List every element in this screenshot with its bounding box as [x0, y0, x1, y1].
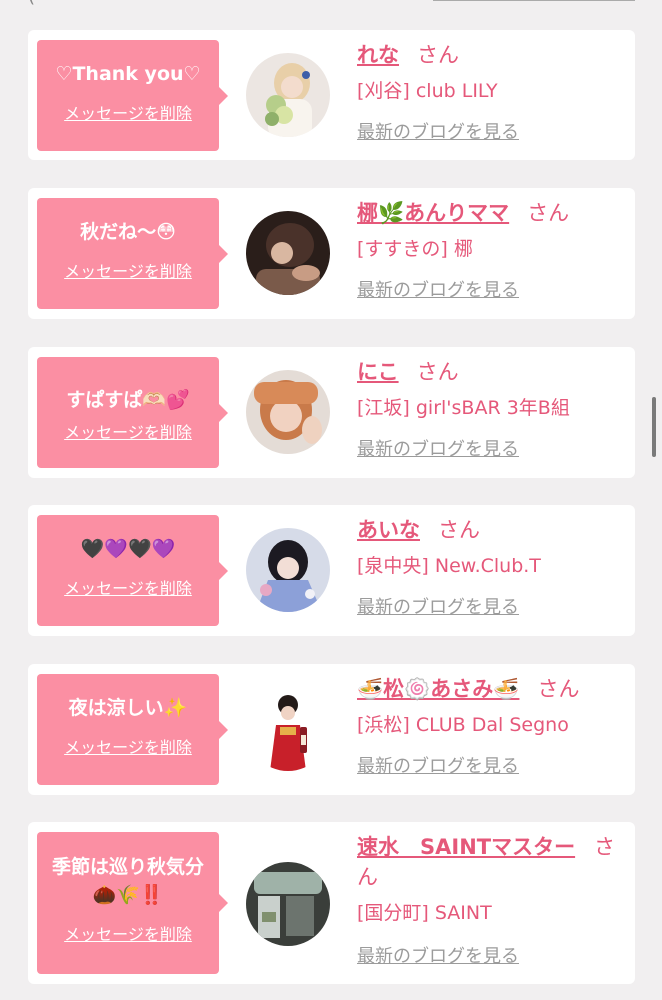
delete-message-link[interactable]: メッセージを削除 [64, 734, 192, 758]
latest-blog-link[interactable]: 最新のブログを見る [357, 945, 621, 969]
shop-label: [国分町] SAINT [357, 902, 492, 924]
avatar[interactable] [246, 862, 330, 946]
shop-label: [刈谷] club LILY [357, 80, 498, 102]
message-bubble: 夜は涼しい✨ メッセージを削除 [37, 674, 228, 785]
cast-name-link[interactable]: にこ [357, 360, 399, 384]
honorific: さん [527, 201, 570, 225]
avatar[interactable] [246, 528, 330, 612]
cast-info: 梛🌿あんりママ さん [すすきの] 梛 最新のブログを見る [357, 198, 621, 303]
latest-blog-link[interactable]: 最新のブログを見る [357, 596, 621, 620]
previous-card-fragment: ( [28, 0, 35, 7]
cast-name-link[interactable]: 速水 SAINTマスター [357, 835, 575, 859]
shop-label: [泉中央] New.Club.T [357, 555, 541, 577]
message-card: 夜は涼しい✨ メッセージを削除 🍜松🍥あさみ🍜 さん [浜松] CLUB Dal … [28, 664, 635, 795]
message-card: 秋だね～😳 メッセージを削除 梛🌿あんりママ さん [すすきの] 梛 最新のブログ… [28, 188, 635, 319]
delete-message-link[interactable]: メッセージを削除 [64, 921, 192, 945]
cast-name-link[interactable]: 梛🌿あんりママ [357, 201, 509, 225]
latest-blog-link[interactable]: 最新のブログを見る [357, 279, 621, 303]
delete-message-link[interactable]: メッセージを削除 [64, 100, 192, 124]
cast-info: あいな さん [泉中央] New.Club.T 最新のブログを見る [357, 515, 621, 620]
cast-name-link[interactable]: 🍜松🍥あさみ🍜 [357, 677, 519, 701]
delete-message-link[interactable]: メッセージを削除 [64, 575, 192, 599]
delete-message-link[interactable]: メッセージを削除 [64, 258, 192, 282]
shop-label: [浜松] CLUB Dal Segno [357, 714, 569, 736]
message-bubble: 秋だね～😳 メッセージを削除 [37, 198, 228, 309]
cast-info: 速水 SAINTマスター さ ん [国分町] SAINT 最新のブログを見る [357, 832, 621, 969]
message-text: 🖤💜🖤💜 [80, 538, 176, 560]
cast-info: にこ さん [江坂] girl'sBAR 3年B組 最新のブログを見る [357, 357, 621, 462]
honorific: さん [438, 518, 480, 542]
latest-blog-link[interactable]: 最新のブログを見る [357, 438, 621, 462]
avatar[interactable] [246, 211, 330, 295]
avatar[interactable] [246, 53, 330, 137]
cast-name-link[interactable]: れな [357, 43, 399, 67]
message-text: ♡Thank you♡ [55, 63, 201, 85]
message-text: 秋だね～😳 [80, 221, 176, 243]
message-bubble: 季節は巡り秋気分 🌰🌾‼️ メッセージを削除 [37, 832, 228, 974]
avatar[interactable] [246, 687, 330, 771]
honorific-wrap: ん [357, 865, 378, 889]
message-bubble: ♡Thank you♡ メッセージを削除 [37, 40, 228, 151]
cast-info: れな さん [刈谷] club LILY 最新のブログを見る [357, 40, 621, 145]
message-card: 季節は巡り秋気分 🌰🌾‼️ メッセージを削除 速水 SAINTマスター さ ん … [28, 822, 635, 984]
honorific: さん [417, 43, 459, 67]
shop-label: [すすきの] 梛 [357, 238, 473, 260]
avatar[interactable] [246, 370, 330, 454]
message-card: 🖤💜🖤💜 メッセージを削除 あいな さん [泉中央] New.Club.T 最新の… [28, 505, 635, 636]
honorific: さん [416, 360, 459, 384]
honorific: さん [537, 677, 580, 701]
honorific: さ [594, 835, 615, 859]
message-bubble: すぱすぱ🫶🏻💕 メッセージを削除 [37, 357, 228, 468]
latest-blog-link[interactable]: 最新のブログを見る [357, 755, 621, 779]
message-text: 夜は涼しい✨ [68, 697, 188, 719]
cast-name-link[interactable]: あいな [357, 518, 420, 542]
message-card: ♡Thank you♡ メッセージを削除 れな さん [刈谷] club LILY… [28, 30, 635, 160]
shop-label: [江坂] girl'sBAR 3年B組 [357, 397, 570, 419]
message-text-line2: 🌰🌾‼️ [92, 884, 164, 906]
delete-message-link[interactable]: メッセージを削除 [64, 419, 192, 443]
message-bubble: 🖤💜🖤💜 メッセージを削除 [37, 515, 228, 626]
cast-info: 🍜松🍥あさみ🍜 さん [浜松] CLUB Dal Segno 最新のブログを見る [357, 674, 621, 779]
message-text: 季節は巡り秋気分 [51, 856, 204, 878]
previous-card-link-underline [433, 0, 635, 1]
latest-blog-link[interactable]: 最新のブログを見る [357, 121, 621, 145]
message-card: すぱすぱ🫶🏻💕 メッセージを削除 にこ さん [江坂] girl'sBAR 3年B… [28, 347, 635, 478]
message-text: すぱすぱ🫶🏻💕 [66, 389, 190, 411]
scrollbar[interactable] [652, 397, 656, 457]
